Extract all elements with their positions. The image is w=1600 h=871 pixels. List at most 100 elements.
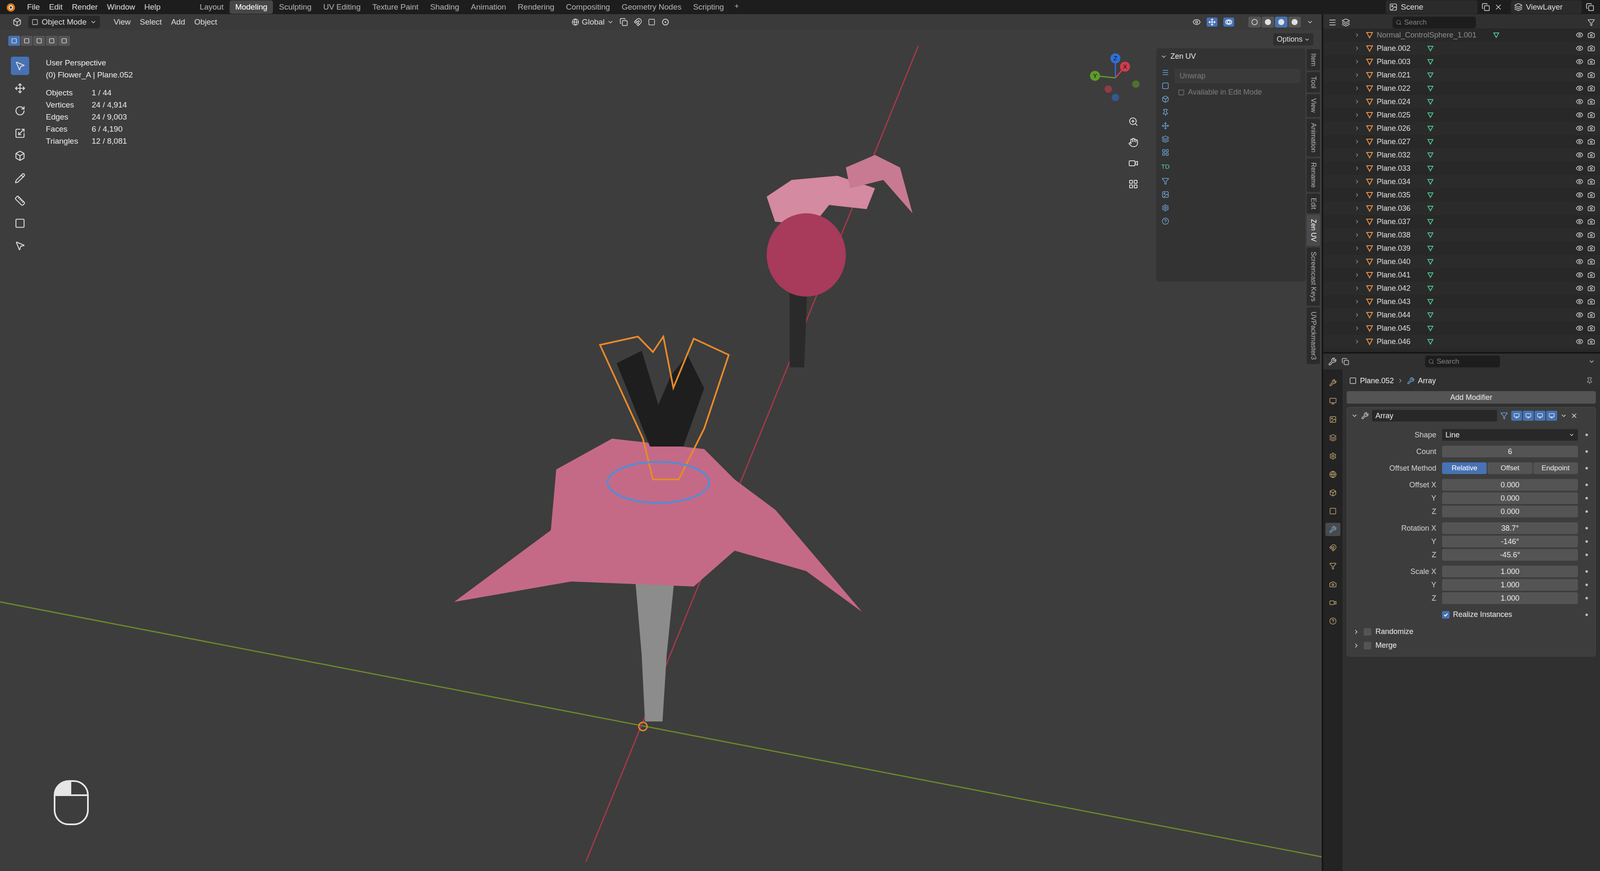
visibility-icon[interactable] <box>1575 284 1584 293</box>
tool-button[interactable] <box>10 214 30 233</box>
overlay-toggle[interactable] <box>1223 17 1235 27</box>
value-field[interactable]: 0.000 <box>1442 505 1578 518</box>
render-icon[interactable] <box>1587 311 1595 319</box>
outliner-row[interactable]: Plane.024 <box>1323 95 1600 109</box>
outliner-row[interactable]: Plane.038 <box>1323 228 1600 242</box>
expand-arrow-icon[interactable] <box>1354 112 1360 118</box>
keyframe-dot-icon[interactable] <box>1577 583 1596 587</box>
sidebar-tab[interactable]: Animation <box>1306 118 1320 157</box>
workspace-tab[interactable]: Layout <box>194 0 229 15</box>
outliner-row[interactable]: Plane.039 <box>1323 241 1600 255</box>
tool-button[interactable] <box>10 146 30 165</box>
outliner-row[interactable]: Plane.043 <box>1323 295 1600 309</box>
snap-target-icon[interactable] <box>647 18 656 26</box>
expand-arrow-icon[interactable] <box>1354 152 1360 158</box>
remove-scene-icon[interactable] <box>1494 2 1503 12</box>
visibility-icon[interactable] <box>1575 111 1584 119</box>
nav-button[interactable] <box>1125 155 1142 172</box>
select-mode-button[interactable] <box>58 35 70 46</box>
menu-item[interactable]: Render <box>67 0 103 15</box>
expand-arrow-icon[interactable] <box>1354 58 1360 65</box>
outliner-row[interactable]: Normal_ControlSphere_1.001 <box>1323 28 1600 42</box>
navigation-gizmo[interactable]: ZYX <box>1088 50 1143 105</box>
properties-tab[interactable] <box>1325 467 1341 482</box>
zen-tool-icon[interactable] <box>1161 190 1170 199</box>
menu-item[interactable]: Edit <box>44 0 68 15</box>
value-field[interactable]: 1.000 <box>1442 579 1578 591</box>
properties-tab[interactable] <box>1325 504 1341 518</box>
sidebar-tab[interactable]: Tool <box>1306 72 1320 93</box>
select-mode-button[interactable] <box>45 35 58 46</box>
render-icon[interactable] <box>1587 137 1595 146</box>
render-icon[interactable] <box>1587 217 1595 226</box>
keyframe-dot-icon[interactable] <box>1577 510 1596 513</box>
keyframe-dot-icon[interactable] <box>1577 433 1596 437</box>
sidebar-tab[interactable]: Screencast Keys <box>1306 247 1320 306</box>
sidebar-tab[interactable]: Rename <box>1306 158 1320 192</box>
value-field[interactable]: 6 <box>1442 445 1578 458</box>
properties-tab[interactable] <box>1325 541 1341 555</box>
render-icon[interactable] <box>1587 204 1595 213</box>
segment-option[interactable]: Relative <box>1442 462 1487 475</box>
zen-tool-icon[interactable] <box>1161 108 1170 117</box>
properties-tab[interactable] <box>1325 376 1341 390</box>
outliner-row[interactable]: Plane.041 <box>1323 268 1600 282</box>
visibility-icon[interactable] <box>1575 84 1584 93</box>
properties-search[interactable]: Search <box>1425 355 1500 368</box>
blender-logo-icon[interactable] <box>5 1 16 13</box>
value-field[interactable]: 0.000 <box>1442 479 1578 491</box>
outliner-row[interactable]: Plane.026 <box>1323 121 1600 135</box>
properties-tab[interactable] <box>1325 394 1341 408</box>
modifier-toggle[interactable] <box>1546 410 1558 421</box>
sidebar-tab[interactable]: Zen UV <box>1306 215 1320 246</box>
properties-tab[interactable] <box>1325 614 1341 628</box>
render-icon[interactable] <box>1587 151 1595 159</box>
workspace-tab[interactable]: Compositing <box>560 0 616 15</box>
render-icon[interactable] <box>1587 111 1595 119</box>
expand-arrow-icon[interactable] <box>1354 232 1360 238</box>
filter-icon[interactable] <box>1587 18 1595 27</box>
workspace-tab[interactable]: Animation <box>465 0 512 15</box>
keyframe-dot-icon[interactable] <box>1577 450 1596 453</box>
shading-mode-button[interactable] <box>1288 16 1301 28</box>
render-icon[interactable] <box>1587 271 1595 279</box>
zen-tool-icon[interactable] <box>1161 177 1170 185</box>
texel-density-label[interactable]: TD <box>1161 162 1170 172</box>
properties-tab[interactable] <box>1325 486 1341 500</box>
segment-option[interactable]: Endpoint <box>1533 462 1578 475</box>
visibility-icon[interactable] <box>1575 324 1584 333</box>
outliner-row[interactable]: Plane.042 <box>1323 281 1600 295</box>
outliner-row[interactable]: Plane.035 <box>1323 188 1600 202</box>
sidebar-tab[interactable]: Item <box>1306 49 1320 71</box>
visibility-icon[interactable] <box>1575 191 1584 199</box>
nav-button[interactable] <box>1125 113 1142 130</box>
shading-options-icon[interactable] <box>1306 18 1314 26</box>
subpanel-checkbox[interactable] <box>1363 642 1372 650</box>
keyframe-dot-icon[interactable] <box>1577 527 1596 530</box>
expand-arrow-icon[interactable] <box>1354 312 1360 318</box>
options-arrow-icon[interactable] <box>1588 358 1595 365</box>
render-icon[interactable] <box>1587 31 1595 39</box>
menu-item[interactable]: Window <box>102 0 140 15</box>
render-icon[interactable] <box>1587 97 1595 106</box>
tool-button[interactable] <box>10 169 30 188</box>
render-icon[interactable] <box>1587 191 1595 199</box>
visibility-icon[interactable] <box>1575 31 1584 39</box>
keyframe-dot-icon[interactable] <box>1577 483 1596 487</box>
workspace-tab[interactable]: UV Editing <box>317 0 367 15</box>
render-icon[interactable] <box>1587 244 1595 253</box>
expand-arrow-icon[interactable] <box>1354 298 1360 305</box>
expand-arrow-icon[interactable] <box>1354 325 1360 332</box>
visibility-icon[interactable] <box>1575 204 1584 213</box>
zen-tool-icon[interactable] <box>1161 68 1170 77</box>
expand-arrow-icon[interactable] <box>1354 205 1360 212</box>
view-layer-selector[interactable]: ViewLayer <box>1510 0 1582 15</box>
viewport-scene[interactable] <box>0 30 1322 871</box>
keyframe-dot-icon[interactable] <box>1577 497 1596 500</box>
panel-header[interactable]: Zen UV <box>1156 48 1306 65</box>
properties-tab[interactable] <box>1325 577 1341 592</box>
display-mode-icon[interactable] <box>1341 18 1350 27</box>
menu-item[interactable]: File <box>22 0 45 15</box>
visibility-icon[interactable] <box>1575 297 1584 306</box>
visibility-icon[interactable] <box>1575 244 1584 253</box>
